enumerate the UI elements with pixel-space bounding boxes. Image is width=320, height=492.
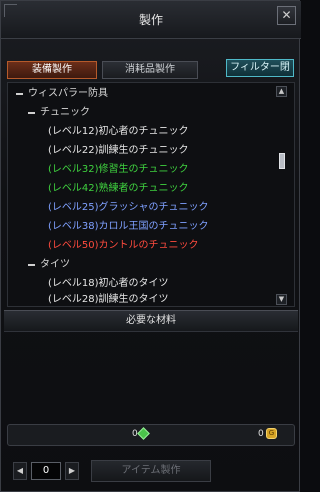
materials-area [7,334,295,424]
recipe-item[interactable]: (レベル42)熟練者のチュニック [48,180,189,198]
quantity-field[interactable]: 0 [31,462,61,480]
craft-item-button[interactable]: アイテム製作 [91,460,211,482]
tab-equipment-craft[interactable]: 装備製作 [7,61,97,79]
tree-group-label: チュニック [40,107,90,118]
recipe-item[interactable]: (レベル25)グラッシャのチュニック [48,199,209,217]
crafting-window: 製作 ✕ 装備製作 消耗品製作 フィルター閉 ウィスパラー防具 チュニック (レ… [0,0,301,492]
scrollbar-thumb[interactable] [279,153,285,169]
tab-consumable-craft[interactable]: 消耗品製作 [102,61,198,79]
recipe-item[interactable]: (レベル32)修習生のチュニック [48,161,189,179]
filter-close-button[interactable]: フィルター閉 [226,59,294,77]
quantity-increase-button[interactable]: ▶ [65,462,79,480]
recipe-item[interactable]: (レベル22)訓練生のチュニック [48,142,189,160]
recipe-item[interactable]: (レベル28)訓練生のタイツ [48,291,169,309]
title-bar: 製作 ✕ [1,1,301,39]
collapse-icon[interactable] [28,264,35,266]
window-title: 製作 [138,13,163,27]
recipe-list[interactable]: ウィスパラー防具 チュニック (レベル12)初心者のチュニック (レベル22)訓… [7,82,295,307]
collapse-icon[interactable] [16,93,23,95]
recipe-item[interactable]: (レベル12)初心者のチュニック [48,123,189,141]
tree-category-label: ウィスパラー防具 [28,88,108,99]
tree-group-label: タイツ [40,259,70,270]
collapse-icon[interactable] [28,112,35,114]
close-icon: ✕ [281,8,292,22]
materials-header: 必要な材料 [4,310,298,332]
close-button[interactable]: ✕ [277,6,296,25]
scroll-up-button[interactable]: ▲ [276,86,287,97]
gold-coin-icon: G [266,428,277,439]
recipe-item[interactable]: (レベル38)カロル王国のチュニック [48,218,209,236]
gold-cost: 0 [258,429,264,439]
craft-controls: ◀ 0 ▶ アイテム製作 [7,460,295,486]
recipe-item[interactable]: (レベル50)カントルのチュニック [48,237,199,255]
quantity-decrease-button[interactable]: ◀ [13,462,27,480]
scroll-down-button[interactable]: ▼ [276,294,287,305]
cost-bar: 0 0 [7,424,295,446]
